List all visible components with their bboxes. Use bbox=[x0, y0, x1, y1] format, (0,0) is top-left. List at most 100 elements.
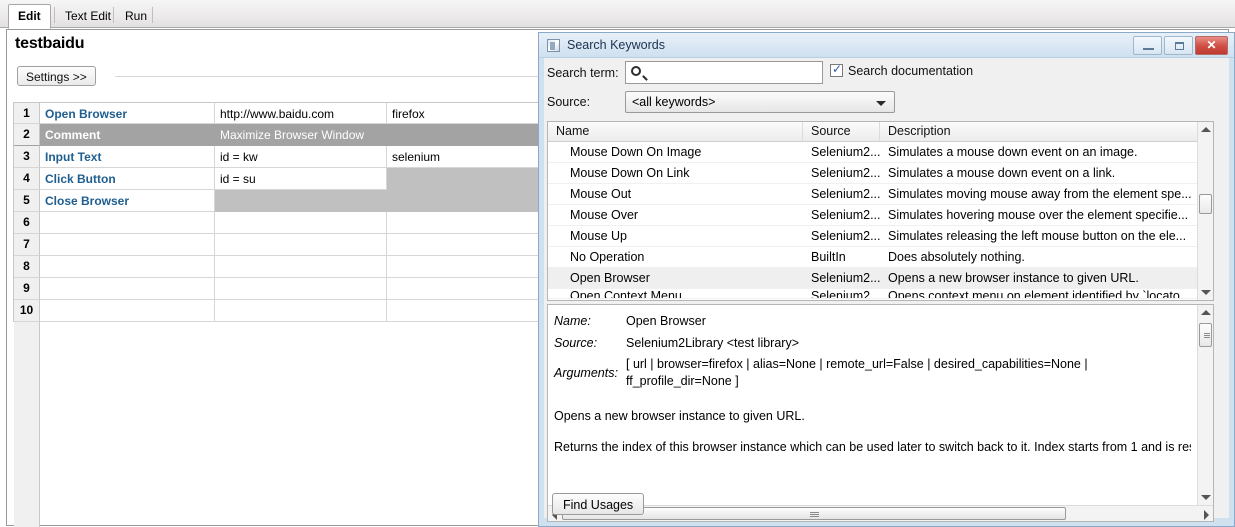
search-term-label: Search term: bbox=[547, 66, 619, 80]
list-item[interactable]: Mouse Out Selenium2... Simulates moving mo… bbox=[548, 184, 1213, 205]
grid-cell-arg1[interactable] bbox=[215, 256, 387, 278]
dialog-title-bar[interactable]: Search Keywords ✕ bbox=[539, 33, 1234, 58]
grid-cell-arg1[interactable] bbox=[215, 234, 387, 256]
column-header-name[interactable]: Name bbox=[548, 122, 803, 141]
grid-row[interactable]: 9 bbox=[14, 278, 544, 300]
search-input[interactable] bbox=[625, 61, 823, 84]
grid-row-number: 10 bbox=[14, 300, 40, 322]
grid-gutter-filler bbox=[14, 322, 40, 527]
list-item-source: Selenium2... bbox=[811, 187, 880, 201]
detail-name-value: Open Browser bbox=[626, 314, 706, 328]
column-header-source[interactable]: Source bbox=[803, 122, 880, 141]
grid-cell-arg1[interactable] bbox=[215, 300, 387, 322]
source-row: Source: <all keywords> bbox=[547, 91, 1227, 115]
grid-cell-keyword[interactable]: Comment bbox=[40, 124, 215, 146]
grid-cell-arg1[interactable]: id = kw bbox=[215, 146, 387, 168]
test-steps-grid[interactable]: 1 Open Browser http://www.baidu.com firefox… bbox=[14, 102, 544, 322]
list-item-name: Mouse Over bbox=[570, 208, 639, 222]
grid-cell-keyword[interactable] bbox=[40, 300, 215, 322]
scrollbar-thumb[interactable] bbox=[1199, 194, 1212, 214]
grid-cell-arg2[interactable]: firefox bbox=[387, 103, 544, 124]
grid-row[interactable]: 1 Open Browser http://www.baidu.com firefox bbox=[14, 102, 544, 124]
maximize-button[interactable] bbox=[1164, 36, 1193, 55]
settings-button[interactable]: Settings >> bbox=[17, 66, 96, 86]
keyword-list-body[interactable]: Mouse Down On Image Selenium2... Simulates… bbox=[548, 142, 1213, 299]
grid-cell-arg2[interactable] bbox=[387, 256, 544, 278]
find-usages-button[interactable]: Find Usages bbox=[552, 493, 645, 515]
grid-row-number: 6 bbox=[14, 212, 40, 234]
tab-text-edit[interactable]: Text Edit bbox=[56, 5, 120, 28]
grid-cell-arg2[interactable] bbox=[387, 234, 544, 256]
minimize-icon bbox=[1143, 48, 1154, 50]
grid-row[interactable]: 7 bbox=[14, 234, 544, 256]
grid-cell-keyword[interactable]: Close Browser bbox=[40, 190, 215, 212]
keyword-list-scrollbar[interactable] bbox=[1197, 122, 1213, 300]
grid-cell-arg1[interactable]: id = su bbox=[215, 168, 387, 190]
grid-cell-arg2[interactable]: selenium bbox=[387, 146, 544, 168]
grid-cell-arg1[interactable] bbox=[215, 278, 387, 300]
maximize-icon bbox=[1175, 42, 1184, 50]
grid-row-number: 8 bbox=[14, 256, 40, 278]
dialog-body: Search term: Search documentation Source… bbox=[544, 59, 1229, 522]
app-root: Edit Text Edit Run testbaidu Settings >>… bbox=[0, 0, 1235, 527]
list-item[interactable]: Open Context Menu Selenium2... Opens conte… bbox=[548, 289, 1213, 299]
grid-cell-arg2[interactable] bbox=[387, 124, 544, 146]
source-select[interactable]: <all keywords> bbox=[625, 91, 895, 113]
grid-cell-keyword[interactable]: Input Text bbox=[40, 146, 215, 168]
column-header-description[interactable]: Description bbox=[880, 122, 1213, 141]
grid-cell-arg1[interactable] bbox=[215, 190, 387, 212]
grid-row[interactable]: 5 Close Browser bbox=[14, 190, 544, 212]
grid-row[interactable]: 10 bbox=[14, 300, 544, 322]
grid-row-number: 4 bbox=[14, 168, 40, 190]
list-item[interactable]: Open Browser Selenium2... Opens a new brow… bbox=[548, 268, 1213, 289]
grid-row[interactable]: 4 Click Button id = su bbox=[14, 168, 544, 190]
list-item[interactable]: Mouse Over Selenium2... Simulates hovering… bbox=[548, 205, 1213, 226]
scroll-right-icon[interactable] bbox=[1204, 510, 1209, 520]
grid-cell-arg2[interactable] bbox=[387, 278, 544, 300]
keyword-list-header: Name Source Description bbox=[548, 122, 1213, 142]
grid-row[interactable]: 3 Input Text id = kw selenium bbox=[14, 146, 544, 168]
keyword-list[interactable]: Name Source Description Mouse Down On Im… bbox=[547, 121, 1214, 301]
search-documentation-checkbox[interactable] bbox=[830, 62, 843, 77]
scroll-down-icon[interactable] bbox=[1201, 290, 1211, 295]
details-horizontal-scrollbar[interactable] bbox=[548, 505, 1213, 521]
detail-arguments-label: Arguments: bbox=[554, 366, 618, 380]
grid-cell-keyword[interactable] bbox=[40, 212, 215, 234]
scroll-up-icon[interactable] bbox=[1201, 127, 1211, 132]
details-scrollbar-thumb[interactable] bbox=[1199, 323, 1212, 347]
details-vertical-scrollbar[interactable] bbox=[1197, 305, 1213, 505]
grid-cell-arg1[interactable] bbox=[215, 212, 387, 234]
list-item[interactable]: Mouse Up Selenium2... Simulates releasing … bbox=[548, 226, 1213, 247]
grid-row[interactable]: 2 Comment Maximize Browser Window bbox=[14, 124, 544, 146]
detail-arguments-value: [ url | browser=firefox | alias=None | r… bbox=[626, 357, 1088, 388]
list-item[interactable]: Mouse Down On Link Selenium2... Simulates … bbox=[548, 163, 1213, 184]
detail-source-label: Source: bbox=[554, 336, 598, 350]
list-item[interactable]: Mouse Down On Image Selenium2... Simulates… bbox=[548, 142, 1213, 163]
grid-cell-keyword[interactable]: Click Button bbox=[40, 168, 215, 190]
list-item-name: Mouse Up bbox=[570, 229, 627, 243]
list-item[interactable]: No Operation BuiltIn Does absolutely nothi… bbox=[548, 247, 1213, 268]
grid-cell-arg2[interactable] bbox=[387, 190, 544, 212]
grid-cell-keyword[interactable] bbox=[40, 278, 215, 300]
grid-cell-arg2[interactable] bbox=[387, 168, 544, 190]
list-item-name: No Operation bbox=[570, 250, 645, 264]
window-app-icon bbox=[547, 39, 560, 52]
tab-separator-2 bbox=[113, 7, 114, 23]
grid-row[interactable]: 8 bbox=[14, 256, 544, 278]
close-button[interactable]: ✕ bbox=[1195, 36, 1228, 55]
grid-row[interactable]: 6 bbox=[14, 212, 544, 234]
grid-cell-keyword[interactable]: Open Browser bbox=[40, 103, 215, 124]
grid-cell-arg1[interactable]: Maximize Browser Window bbox=[215, 124, 387, 146]
grid-cell-arg2[interactable] bbox=[387, 300, 544, 322]
tab-edit[interactable]: Edit bbox=[8, 4, 51, 29]
editor-tab-strip: Edit Text Edit Run bbox=[0, 0, 1235, 29]
details-scroll-down-icon[interactable] bbox=[1201, 495, 1211, 500]
grid-cell-keyword[interactable] bbox=[40, 234, 215, 256]
grid-cell-arg2[interactable] bbox=[387, 212, 544, 234]
grid-cell-arg1[interactable]: http://www.baidu.com bbox=[215, 103, 387, 124]
minimize-button[interactable] bbox=[1133, 36, 1162, 55]
list-item-description: Does absolutely nothing. bbox=[888, 250, 1025, 264]
grid-cell-keyword[interactable] bbox=[40, 256, 215, 278]
details-scroll-up-icon[interactable] bbox=[1201, 310, 1211, 315]
tab-run[interactable]: Run bbox=[116, 5, 156, 28]
